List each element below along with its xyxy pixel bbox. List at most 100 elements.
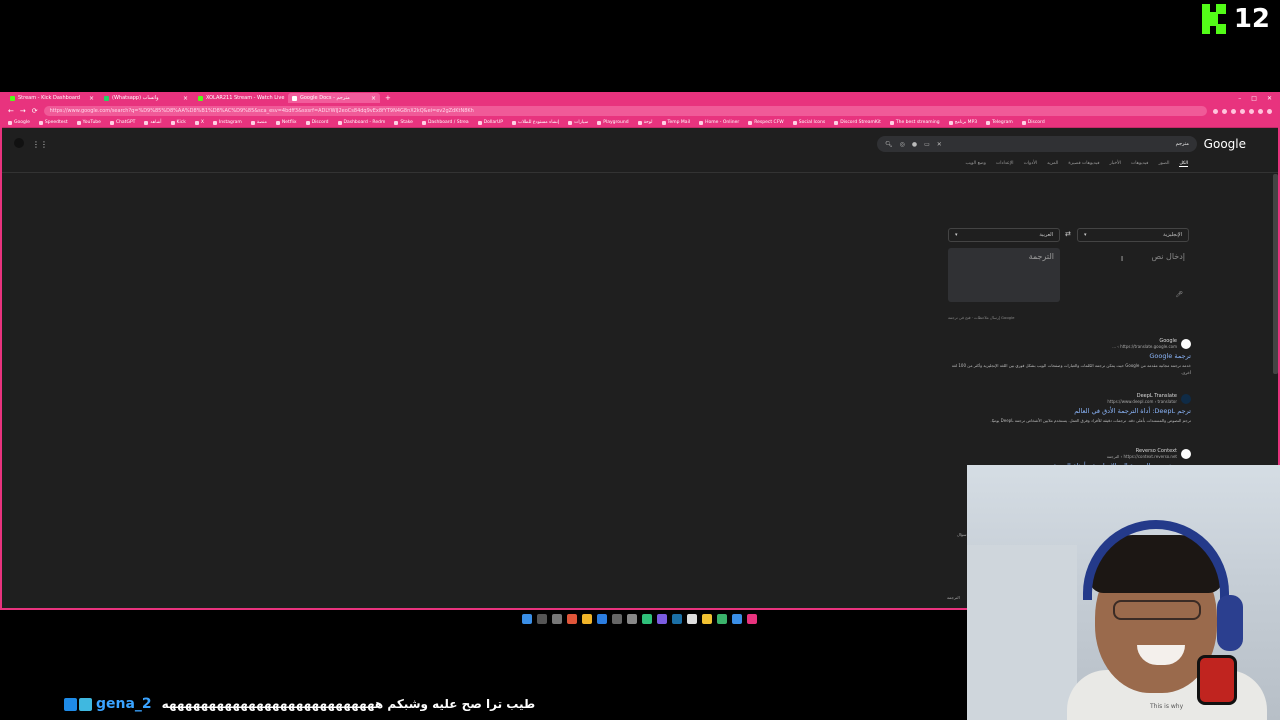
- tab-stream-watch[interactable]: XOLAR211 Stream - Watch Live×: [194, 93, 286, 103]
- result-title-link[interactable]: ترجمة Google: [948, 352, 1191, 360]
- bookmark-item[interactable]: ChatGPT: [110, 120, 135, 125]
- bookmark-item[interactable]: The best streaming: [890, 120, 940, 125]
- tab-kick-dashboard[interactable]: Stream - Kick Dashboard ×: [6, 93, 98, 103]
- bookmark-item[interactable]: Instagram: [213, 120, 242, 125]
- url-input[interactable]: https://www.google.com/search?q=%D9%85%D…: [43, 106, 1207, 116]
- extension-icon[interactable]: [1249, 108, 1254, 114]
- close-icon[interactable]: ×: [371, 95, 376, 102]
- tab-whatsapp[interactable]: (Whatsapp) واتساب ×: [100, 93, 192, 103]
- app-icon[interactable]: [612, 614, 622, 624]
- search-input[interactable]: مترجم: [1176, 141, 1189, 147]
- bookmark-item[interactable]: Speedtest: [39, 120, 68, 125]
- divider: [2, 172, 1278, 173]
- search-tab[interactable]: الصور: [1158, 161, 1169, 167]
- search-tab[interactable]: الأخبار: [1110, 161, 1122, 167]
- folder-icon[interactable]: [702, 614, 712, 624]
- result-site[interactable]: DeepL Translate https://www.deepl.com › t…: [948, 393, 1191, 404]
- result-site[interactable]: Google https://translate.google.com › ...: [948, 338, 1191, 349]
- lens-icon[interactable]: ◎: [900, 141, 905, 148]
- bookmark-item[interactable]: Discord: [306, 120, 329, 125]
- chrome-icon[interactable]: [717, 614, 727, 624]
- start-icon[interactable]: [522, 614, 532, 624]
- bookmark-item[interactable]: Telegram: [986, 120, 1013, 125]
- bookmark-item[interactable]: أشاهد: [144, 120, 161, 125]
- app-icon[interactable]: [567, 614, 577, 624]
- bookmark-item[interactable]: Playground: [597, 120, 628, 125]
- search-tab[interactable]: الكل: [1179, 161, 1188, 167]
- bookmark-item[interactable]: Social Icons: [793, 120, 826, 125]
- bookmark-item[interactable]: سيارات: [568, 120, 588, 125]
- close-icon[interactable]: ×: [183, 95, 188, 102]
- new-tab-icon[interactable]: +: [382, 94, 391, 102]
- close-icon[interactable]: ×: [89, 95, 94, 102]
- clear-icon[interactable]: ✕: [937, 141, 942, 148]
- bookmark-item[interactable]: Discord: [1022, 120, 1045, 125]
- search-icon[interactable]: [537, 614, 547, 624]
- discord-icon[interactable]: [657, 614, 667, 624]
- close-window-icon[interactable]: ✕: [1267, 95, 1272, 102]
- bookmark-item[interactable]: Kick: [171, 120, 186, 125]
- bookmark-item[interactable]: Stake: [394, 120, 413, 125]
- bookmark-item[interactable]: YouTube: [77, 120, 101, 125]
- bookmark-item[interactable]: إنشاء مستودع للطلاب: [512, 120, 559, 125]
- search-box[interactable]: 🔍︎ ◎ ● ▭ ✕ مترجم: [877, 136, 1197, 152]
- reload-icon[interactable]: ⟳: [32, 107, 38, 115]
- extension-icon[interactable]: [1222, 108, 1227, 114]
- source-language-select[interactable]: ▾ الإنجليزية: [1077, 228, 1189, 242]
- app-icon[interactable]: [642, 614, 652, 624]
- extension-icon[interactable]: [1231, 108, 1236, 114]
- bookmark-item[interactable]: Netflix: [276, 120, 297, 125]
- bookmark-item[interactable]: DollarUP: [478, 120, 503, 125]
- search-icon[interactable]: 🔍︎: [885, 141, 893, 148]
- forward-icon[interactable]: →: [20, 107, 26, 115]
- app-icon[interactable]: [582, 614, 592, 624]
- extension-icon[interactable]: [1213, 108, 1218, 114]
- translator-footer[interactable]: إرسال ملاحظات · فتح في ترجمة Google: [948, 315, 1014, 320]
- task-view-icon[interactable]: [552, 614, 562, 624]
- apps-grid-icon[interactable]: ⋮⋮: [32, 140, 48, 149]
- mic-icon[interactable]: 🎤︎: [1175, 291, 1183, 298]
- maximize-icon[interactable]: □: [1251, 95, 1257, 102]
- swap-languages-icon[interactable]: ⇄: [1065, 230, 1071, 238]
- keyboard-icon[interactable]: ▭: [924, 141, 930, 148]
- obs-icon[interactable]: [627, 614, 637, 624]
- minimize-icon[interactable]: –: [1238, 95, 1241, 102]
- steam-icon[interactable]: [672, 614, 682, 624]
- app-icon[interactable]: [687, 614, 697, 624]
- bookmark-item[interactable]: Respect CFW: [748, 120, 784, 125]
- source-text-area[interactable]: إدخال نص 🎤︎: [1067, 248, 1191, 300]
- bookmark-item[interactable]: Dashboard / Strea: [422, 120, 469, 125]
- result-site[interactable]: Reverso Context https://context.reverso.n…: [948, 448, 1191, 459]
- search-tab[interactable]: الإعدادات: [996, 161, 1014, 167]
- profile-icon[interactable]: [1267, 108, 1272, 114]
- search-tab[interactable]: المزيد: [1047, 161, 1058, 167]
- search-tab[interactable]: وضع الويب: [966, 161, 986, 167]
- bookmark-item[interactable]: برنامج MP3: [949, 120, 978, 125]
- bookmark-item[interactable]: X: [195, 120, 204, 125]
- search-tab[interactable]: فيديوهات: [1131, 161, 1148, 167]
- search-tab[interactable]: الأدوات: [1024, 161, 1037, 167]
- bookmark-item[interactable]: لوحة: [638, 120, 653, 125]
- extension-icon[interactable]: [1258, 108, 1263, 114]
- bookmark-item[interactable]: Discord StreamKit: [834, 120, 881, 125]
- target-language-select[interactable]: ▾ العربية: [948, 228, 1060, 242]
- back-icon[interactable]: ←: [8, 107, 14, 115]
- search-tab[interactable]: فيديوهات قصيرة: [1068, 161, 1099, 167]
- bookmark-item[interactable]: Home - Onliner: [699, 120, 739, 125]
- browser-icon[interactable]: [747, 614, 757, 624]
- extension-icon[interactable]: [1240, 108, 1245, 114]
- google-logo[interactable]: Google: [1204, 137, 1246, 151]
- scrollbar[interactable]: [1273, 174, 1278, 374]
- bookmark-item[interactable]: Google: [8, 120, 30, 125]
- bookmark-item[interactable]: منصة: [251, 120, 267, 125]
- vscode-icon[interactable]: [597, 614, 607, 624]
- chat-badges: [64, 697, 92, 711]
- app-icon[interactable]: [732, 614, 742, 624]
- bookmark-item[interactable]: Dashboard - Redm: [338, 120, 386, 125]
- taskbar: [522, 614, 757, 624]
- bookmark-item[interactable]: Temp Mail: [662, 120, 691, 125]
- mic-icon[interactable]: ●: [912, 141, 917, 148]
- result-title-link[interactable]: ترجم DeepL: أداة الترجمة الأدق في العالم: [948, 407, 1191, 415]
- tab-google-translate[interactable]: Google Docs - مترجم ×: [288, 93, 380, 103]
- avatar[interactable]: [14, 138, 24, 148]
